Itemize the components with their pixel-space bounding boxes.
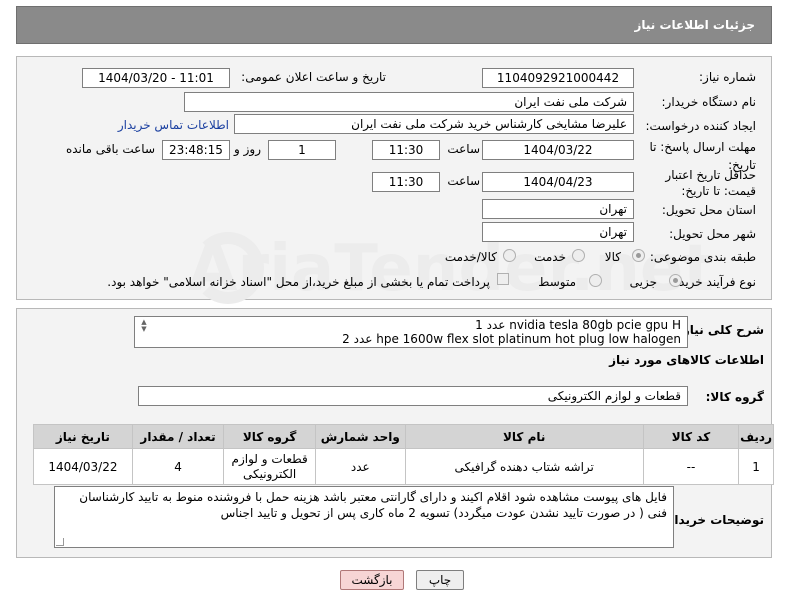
resize-grip-icon[interactable] <box>56 538 64 546</box>
validity-date-field: 1404/04/23 <box>482 172 634 192</box>
back-button[interactable]: بازگشت <box>340 570 404 590</box>
category-both-label: کالا/خدمت <box>444 250 497 264</box>
process-medium-label: متوسط <box>538 275 576 289</box>
validity-time-field: 11:30 <box>372 172 440 192</box>
validity-label: حداقل تاریخ اعتبار قیمت: تا تاریخ: <box>665 168 756 198</box>
cell-date: 1404/03/22 <box>33 448 133 485</box>
summary-line-2: 2 عدد hpe 1600w flex slot platinum hot p… <box>342 332 681 346</box>
treasury-payment-note: پرداخت تمام یا بخشی از مبلغ خرید،از محل … <box>107 275 490 289</box>
city-field: تهران <box>482 222 634 242</box>
print-button[interactable]: چاپ <box>416 570 464 590</box>
col-unit: واحد شمارش <box>314 424 406 449</box>
cell-row: 1 <box>738 448 774 485</box>
announce-datetime-label: تاریخ و ساعت اعلان عمومی: <box>241 70 386 84</box>
process-minor-label: جزیی <box>629 275 657 289</box>
goods-group-field: قطعات و لوازم الکترونیکی <box>138 386 688 406</box>
cell-code: -- <box>642 448 740 485</box>
table-row: 1 -- تراشه شتاب دهنده گرافیکی عدد قطعات … <box>33 448 774 485</box>
summary-line-1: 1 عدد nvidia tesla 80gb pcie gpu H <box>475 318 681 332</box>
summary-label: شرح کلی نیاز: <box>678 323 764 337</box>
buyer-notes-textarea[interactable]: فایل های پیوست مشاهده شود اقلام اکیند و … <box>54 486 674 548</box>
announce-datetime-field: 1404/03/20 - 11:01 <box>82 68 230 88</box>
goods-table: ردیف کد کالا نام کالا واحد شمارش گروه کا… <box>33 424 774 485</box>
remaining-time-field: 23:48:15 <box>162 140 230 160</box>
col-group: گروه کالا <box>223 424 316 449</box>
category-service-label: خدمت <box>534 250 566 264</box>
treasury-payment-checkbox[interactable] <box>497 273 509 285</box>
deadline-date-field: 1404/03/22 <box>482 140 634 160</box>
summary-textarea[interactable]: 1 عدد nvidia tesla 80gb pcie gpu H 2 عدد… <box>134 316 688 348</box>
goods-group-label: گروه کالا: <box>705 390 764 404</box>
category-service-radio[interactable] <box>572 249 585 262</box>
process-medium-radio[interactable] <box>589 274 602 287</box>
deadline-time-label: ساعت <box>447 142 480 156</box>
remaining-time-label: ساعت باقی مانده <box>65 142 155 156</box>
col-date: تاریخ نیاز <box>33 424 133 449</box>
province-field: تهران <box>482 199 634 219</box>
category-goods-radio[interactable] <box>632 249 645 262</box>
table-header-row: ردیف کد کالا نام کالا واحد شمارش گروه کا… <box>33 424 774 449</box>
col-name: نام کالا <box>404 424 644 449</box>
buyer-contact-link[interactable]: اطلاعات تماس خریدار <box>118 118 229 132</box>
goods-info-title: اطلاعات کالاهای مورد نیاز <box>609 353 764 367</box>
watermark: AriaTender.net <box>188 232 714 306</box>
days-field: 1 <box>268 140 336 160</box>
col-qty: تعداد / مقدار <box>131 424 225 449</box>
days-label: روز و <box>234 142 261 156</box>
cell-qty: 4 <box>131 448 225 485</box>
category-both-radio[interactable] <box>503 249 516 262</box>
category-goods-label: کالا <box>604 250 621 264</box>
page-title: جزئیات اطلاعات نیاز <box>634 18 755 32</box>
buyer-org-field: شرکت ملی نفت ایران <box>184 92 634 112</box>
category-label: طبقه بندی موضوعی: <box>649 250 756 264</box>
process-label: نوع فرآیند خرید : <box>671 275 756 289</box>
cell-name: تراشه شتاب دهنده گرافیکی <box>404 448 644 485</box>
need-number-label: شماره نیاز: <box>699 70 756 84</box>
validity-time-label: ساعت <box>447 174 480 188</box>
cell-group: قطعات و لوازم الکترونیکی <box>223 448 316 485</box>
page-header: جزئیات اطلاعات نیاز <box>16 6 772 44</box>
watermark-logo-icon <box>192 232 264 304</box>
col-code: کد کالا <box>642 424 740 449</box>
city-label: شهر محل تحویل: <box>669 227 756 241</box>
deadline-time-field: 11:30 <box>372 140 440 160</box>
province-label: استان محل تحویل: <box>661 203 756 217</box>
col-row: ردیف <box>738 424 774 449</box>
need-number-field: 1104092921000442 <box>482 68 634 88</box>
creator-field: علیرضا مشایخی کارشناس خرید شرکت ملی نفت … <box>234 114 634 134</box>
process-minor-radio[interactable] <box>669 274 682 287</box>
creator-label: ایجاد کننده درخواست: <box>645 119 756 133</box>
buyer-notes-label: توضیحات خریدار: <box>662 513 764 527</box>
cell-unit: عدد <box>314 448 406 485</box>
textarea-scroll-arrows-icon[interactable]: ▲ ▼ <box>139 319 149 333</box>
buyer-org-label: نام دستگاه خریدار: <box>661 95 757 109</box>
